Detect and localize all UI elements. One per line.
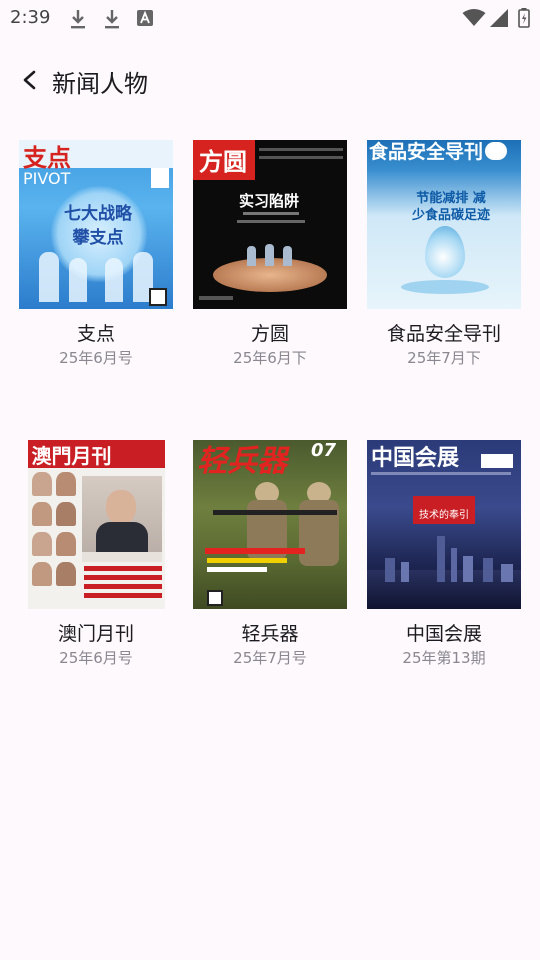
cover-masthead: 中国会展	[371, 445, 460, 471]
download-icon	[105, 10, 119, 29]
magazine-title: 支点	[76, 323, 115, 345]
cover-masthead: 轻兵器	[197, 444, 287, 479]
magazine-cover[interactable]: 支点 PIVOT 七大战略 攀支点	[19, 140, 173, 309]
magazine-cover[interactable]: 澳門月刊	[27, 440, 165, 609]
magazine-cover[interactable]: 方圆 实习陷阱	[193, 140, 347, 309]
wifi-icon	[462, 9, 486, 26]
magazine-item[interactable]: 食品安全导刊 节能减排 减少食品碳足迹 食品安全导刊 25年7月下	[357, 140, 531, 369]
cover-masthead: 方圆	[199, 147, 247, 176]
cover-headline: 七大战略 攀支点	[64, 204, 132, 248]
cover-masthead: 澳門月刊	[31, 444, 112, 468]
magazine-title: 食品安全导刊	[386, 323, 501, 345]
magazine-issue: 25年6月号	[59, 649, 133, 667]
magazine-title: 方圆	[250, 323, 289, 345]
signal-icon	[490, 9, 508, 27]
magazine-cover[interactable]: 轻兵器 07	[193, 440, 347, 609]
cover-headline: 实习陷阱	[239, 192, 300, 210]
magazine-item[interactable]: 方圆 实习陷阱 方圆 25年6月下	[183, 140, 357, 369]
magazine-title: 澳门月刊	[57, 623, 134, 645]
magazine-item[interactable]: 中国会展 技术的奉引 中国会展 25年第13期	[357, 440, 531, 669]
cover-headline: 技术的奉引	[419, 510, 469, 521]
magazine-issue: 25年第13期	[402, 649, 486, 667]
page-title: 新闻人物	[52, 70, 148, 98]
cover-subtitle: PIVOT	[23, 169, 71, 188]
arrow-back-icon	[23, 70, 36, 90]
magazine-cover[interactable]: 食品安全导刊 节能减排 减少食品碳足迹	[367, 140, 521, 309]
top-app-bar: 新闻人物	[0, 56, 540, 104]
cover-masthead: 食品安全导刊	[369, 141, 484, 163]
back-button[interactable]	[12, 62, 48, 98]
status-bar: 2:39	[0, 0, 540, 36]
text-app-icon	[137, 10, 153, 26]
magazine-item[interactable]: 轻兵器 07 轻兵器 25年7月号	[183, 440, 357, 669]
magazine-item[interactable]: 支点 PIVOT 七大战略 攀支点 支点 25年6月号	[9, 140, 183, 369]
cover-headline: 节能减排 减少食品碳足迹	[411, 191, 490, 223]
cover-number: 07	[311, 440, 337, 461]
magazine-title: 中国会展	[405, 623, 482, 645]
magazine-issue: 25年7月下	[407, 349, 481, 367]
magazine-item[interactable]: 澳門月刊 澳门月刊 25年6月号	[9, 440, 183, 669]
download-icon	[71, 10, 85, 29]
magazine-issue: 25年6月下	[233, 349, 307, 367]
magazine-cover[interactable]: 中国会展 技术的奉引	[367, 440, 521, 609]
status-time: 2:39	[10, 7, 51, 28]
magazine-title: 轻兵器	[241, 623, 299, 645]
battery-icon	[518, 8, 530, 28]
magazine-issue: 25年6月号	[59, 349, 133, 367]
magazine-issue: 25年7月号	[233, 649, 307, 667]
